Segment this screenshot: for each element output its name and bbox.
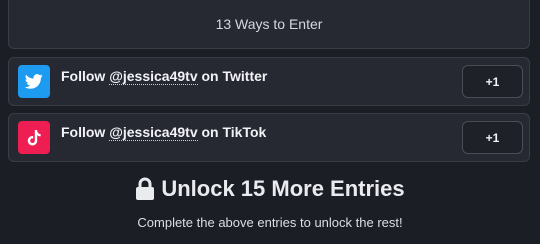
- unlock-title-text: Unlock 15 More Entries: [161, 176, 405, 201]
- entry-suffix: on TikTok: [201, 124, 267, 140]
- unlock-heading: Unlock 15 More Entries: [0, 176, 540, 202]
- entry-follow-twitter[interactable]: Follow @jessica49tv on Twitter +1: [8, 57, 530, 106]
- entry-label: Follow @jessica49tv on Twitter: [61, 68, 268, 85]
- entry-handle-link[interactable]: @jessica49tv: [109, 124, 198, 141]
- entry-label: Follow @jessica49tv on TikTok: [61, 124, 267, 141]
- entry-prefix: Follow: [61, 124, 106, 140]
- header-title: 13 Ways to Enter: [215, 16, 323, 32]
- twitter-icon: [18, 65, 50, 98]
- entry-prefix: Follow: [61, 68, 106, 84]
- entry-suffix: on Twitter: [201, 68, 268, 84]
- entry-handle-link[interactable]: @jessica49tv: [109, 68, 198, 85]
- plus-one-button[interactable]: +1: [462, 121, 523, 154]
- unlock-subtitle: Complete the above entries to unlock the…: [137, 215, 403, 230]
- entry-follow-tiktok[interactable]: Follow @jessica49tv on TikTok +1: [8, 113, 530, 162]
- ways-to-enter-header: 13 Ways to Enter: [8, 0, 530, 49]
- plus-one-button[interactable]: +1: [462, 65, 523, 98]
- lock-icon: [136, 177, 155, 200]
- tiktok-icon: [18, 121, 50, 154]
